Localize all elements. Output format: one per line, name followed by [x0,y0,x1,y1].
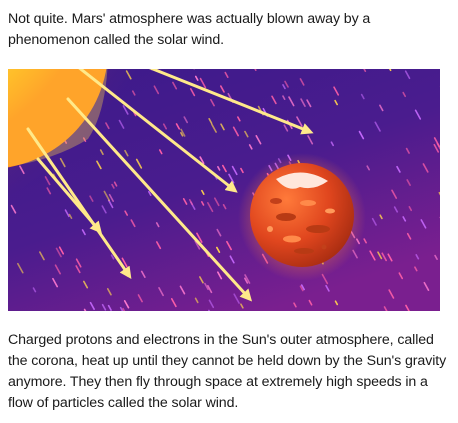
solar-wind-scene [8,69,440,311]
intro-paragraph: Not quite. Mars' atmosphere was actually… [8,11,371,48]
mars-planet-icon [238,153,366,281]
solar-wind-illustration [8,69,440,311]
explanation-paragraph: Charged protons and electrons in the Sun… [8,332,447,411]
